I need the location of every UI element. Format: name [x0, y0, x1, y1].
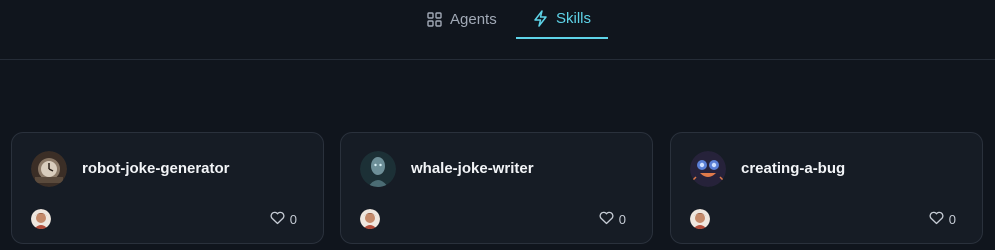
grid-icon	[427, 12, 442, 27]
cyborg-head-avatar	[360, 151, 396, 187]
like-button[interactable]: 0	[599, 211, 626, 228]
top-nav: Agents Skills	[0, 0, 995, 60]
heart-icon	[599, 211, 614, 228]
skill-card[interactable]: whale-joke-writer 0	[340, 132, 653, 244]
skill-card[interactable]: robot-joke-generator 0	[11, 132, 324, 244]
bug-robot-avatar	[690, 151, 726, 187]
tab-agents-label: Agents	[450, 11, 497, 28]
tab-skills-label: Skills	[555, 10, 591, 27]
like-count: 0	[618, 212, 626, 227]
skill-name: whale-joke-writer	[411, 160, 534, 177]
like-button[interactable]: 0	[929, 211, 956, 228]
skill-name: creating-a-bug	[741, 160, 846, 177]
skill-name: robot-joke-generator	[82, 160, 230, 177]
robot-clock-avatar	[31, 151, 67, 187]
like-count: 0	[289, 212, 297, 227]
heart-icon	[929, 211, 944, 228]
owner-avatar[interactable]	[360, 209, 380, 229]
like-button[interactable]: 0	[270, 211, 297, 228]
like-count: 0	[948, 212, 956, 227]
owner-avatar[interactable]	[31, 209, 51, 229]
tab-agents[interactable]: Agents	[427, 0, 497, 39]
owner-avatar[interactable]	[690, 209, 710, 229]
skill-card[interactable]: creating-a-bug 0	[670, 132, 983, 244]
heart-icon	[270, 211, 285, 228]
lightning-icon	[533, 10, 548, 27]
tab-skills[interactable]: Skills	[516, 0, 608, 39]
